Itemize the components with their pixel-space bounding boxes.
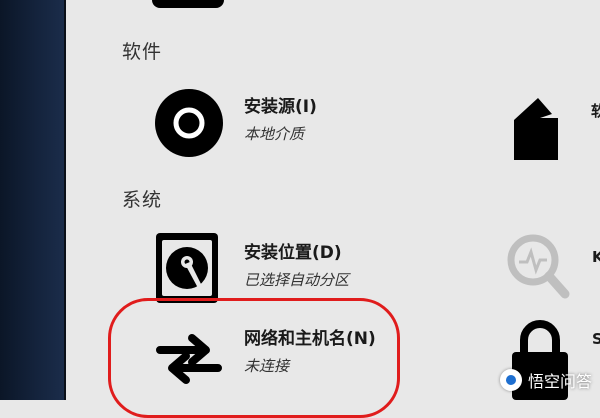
kdump-partial-spoke[interactable] [505, 232, 571, 306]
watermark-logo-icon [499, 369, 522, 391]
search-icon [507, 234, 570, 299]
watermark: 悟空问答 [499, 368, 592, 392]
package-icon [514, 98, 558, 160]
hard-drive-icon [152, 232, 226, 306]
install-source-spoke[interactable]: 安装源(I) 本地介质 [152, 86, 317, 160]
installation-destination-spoke[interactable]: 安装位置(D) 已选择自动分区 [152, 232, 349, 306]
section-heading-software: 软件 [122, 41, 163, 63]
software-selection-title-fragment: 软 [591, 102, 600, 120]
software-selection-partial-spoke[interactable] [512, 96, 562, 166]
install-source-status: 本地介质 [244, 125, 305, 143]
security-policy-title-fragment: S [592, 330, 600, 348]
install-source-title: 安装源(I) [244, 97, 317, 117]
installation-destination-status: 已选择自动分区 [244, 271, 350, 289]
watermark-text: 悟空问答 [527, 372, 592, 391]
installation-destination-title: 安装位置(D) [244, 243, 342, 263]
kdump-title-fragment: K [592, 248, 600, 266]
section-heading-system: 系统 [122, 189, 163, 211]
top-partial-icon [152, 0, 224, 8]
left-sidebar-strip [0, 0, 66, 400]
highlight-ring [108, 298, 400, 418]
disc-icon [152, 86, 226, 160]
